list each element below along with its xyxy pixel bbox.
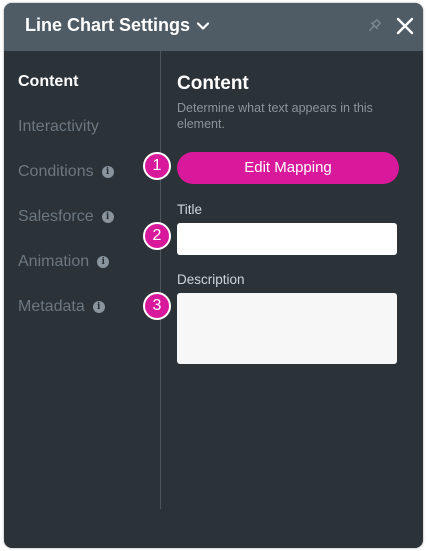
sidebar-item-conditions[interactable]: Conditions i <box>18 163 114 181</box>
step-badge-1: 1 <box>143 152 171 180</box>
pin-icon[interactable] <box>366 18 382 34</box>
step-badge-3: 3 <box>143 292 171 320</box>
chevron-down-icon <box>196 21 210 30</box>
settings-panel: Line Chart Settings Content Interactivit… <box>4 3 423 548</box>
panel-title: Line Chart Settings <box>25 15 191 35</box>
title-field-label: Title <box>177 202 203 217</box>
info-icon[interactable]: i <box>101 211 114 223</box>
sidebar-item-label: Interactivity <box>18 118 99 135</box>
panel-header: Line Chart Settings <box>4 3 423 51</box>
description-input[interactable] <box>177 293 397 364</box>
sidebar-item-label: Salesforce <box>18 208 94 225</box>
close-icon[interactable] <box>395 16 415 36</box>
sidebar-item-label: Metadata <box>18 298 85 315</box>
info-icon[interactable]: i <box>97 256 110 268</box>
panel-title-dropdown[interactable]: Line Chart Settings <box>25 15 210 36</box>
sidebar-item-label: Content <box>18 73 79 90</box>
info-icon[interactable]: i <box>101 166 114 178</box>
description-field-label: Description <box>177 272 245 287</box>
sidebar-item-label: Animation <box>18 253 90 270</box>
sidebar-item-salesforce[interactable]: Salesforce i <box>18 208 114 226</box>
sidebar-item-animation[interactable]: Animation i <box>18 253 110 271</box>
edit-mapping-button[interactable]: Edit Mapping <box>177 152 399 184</box>
sidebar-item-content[interactable]: Content <box>18 73 78 91</box>
sidebar-item-interactivity[interactable]: Interactivity <box>18 118 99 136</box>
step-badge-2: 2 <box>143 222 171 250</box>
sidebar-item-label: Conditions <box>18 163 94 180</box>
section-title: Content <box>177 73 249 94</box>
sidebar-item-metadata[interactable]: Metadata i <box>18 298 105 316</box>
title-input[interactable] <box>177 223 397 255</box>
section-description: Determine what text appears in this elem… <box>177 101 373 131</box>
info-icon[interactable]: i <box>92 301 105 313</box>
settings-sidebar: Content Interactivity Conditions i Sales… <box>4 51 161 509</box>
